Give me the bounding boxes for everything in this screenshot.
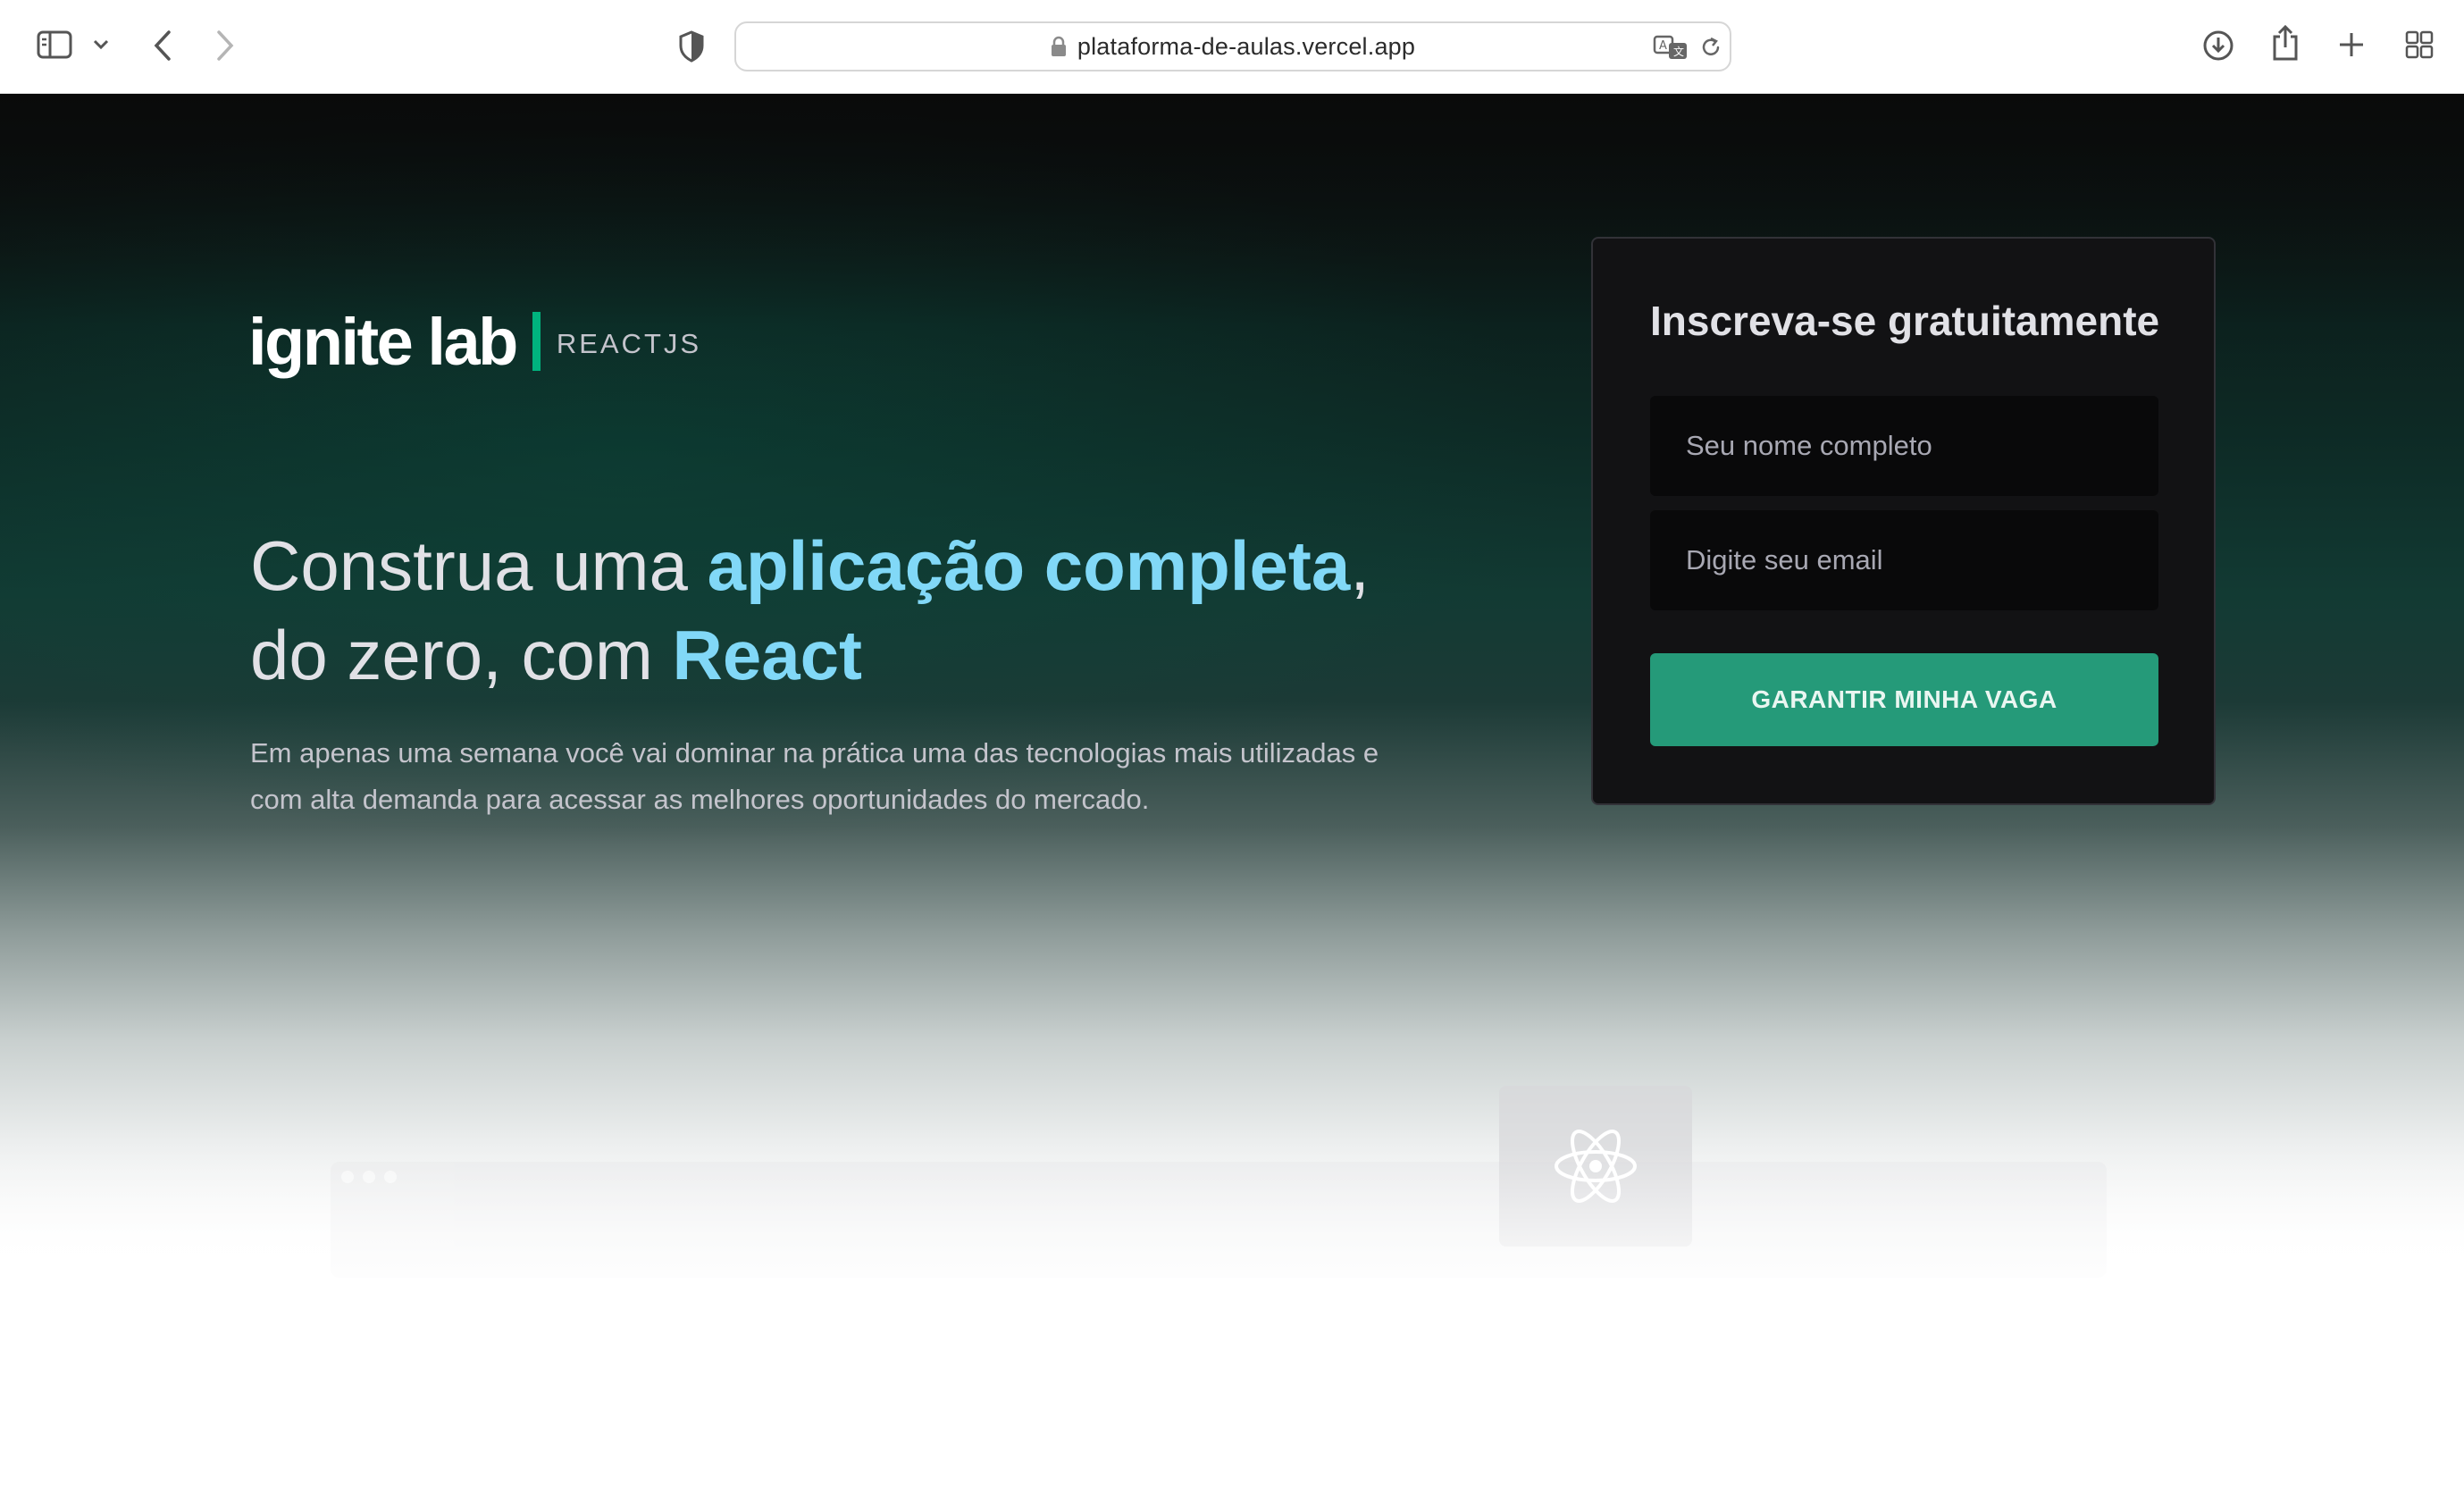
headline-text: do zero, com [250, 616, 673, 694]
share-icon[interactable] [2269, 23, 2301, 63]
hero-headline: Construa uma aplicação completa, do zero… [250, 521, 1429, 700]
url-text: plataforma-de-aulas.vercel.app [1077, 32, 1416, 60]
name-input[interactable] [1650, 396, 2158, 496]
plus-icon[interactable] [2335, 29, 2368, 61]
headline-highlight-react: React [672, 616, 862, 694]
logo-divider [532, 312, 541, 371]
app-preview-mockup [331, 1162, 2107, 1278]
download-icon[interactable] [2201, 29, 2235, 63]
translate-icon[interactable]: A文 [1653, 32, 1689, 63]
email-input[interactable] [1650, 510, 2158, 610]
headline-comma: , [1350, 526, 1370, 605]
chevron-right-icon[interactable] [211, 27, 239, 64]
sidebar-icon[interactable] [36, 29, 73, 61]
window-controls [341, 1171, 397, 1183]
react-logo-icon [1499, 1086, 1692, 1247]
ignite-lab-logo: ignite lab REACTJS [248, 301, 701, 382]
chevron-left-icon[interactable] [148, 27, 177, 64]
reload-icon[interactable] [1697, 34, 1724, 61]
svg-text:文: 文 [1673, 45, 1684, 58]
address-bar[interactable]: plataforma-de-aulas.vercel.app A文 [734, 21, 1731, 71]
browser-toolbar: plataforma-de-aulas.vercel.app A文 [0, 0, 2464, 94]
headline-text: Construa uma [250, 526, 708, 605]
logo-text: ignite lab [248, 304, 518, 379]
hero-description: Em apenas uma semana você vai dominar na… [250, 737, 1379, 815]
grid-icon[interactable] [2403, 29, 2435, 61]
shield-icon[interactable] [675, 29, 708, 64]
logo-subtitle: REACTJS [556, 328, 702, 359]
lock-icon [1051, 36, 1067, 57]
signup-title: Inscreva-se gratuitamente [1650, 298, 2160, 344]
garantir-vaga-button[interactable]: GARANTIR MINHA VAGA [1650, 653, 2158, 746]
chevron-down-icon[interactable] [89, 36, 113, 54]
signup-card: Inscreva-se gratuitamente GARANTIR MINHA… [1591, 237, 2216, 805]
landing-page: ignite lab REACTJS Construa uma aplicaçã… [0, 94, 2464, 1487]
svg-text:A: A [1659, 39, 1667, 53]
headline-highlight: aplicação completa [707, 526, 1351, 605]
